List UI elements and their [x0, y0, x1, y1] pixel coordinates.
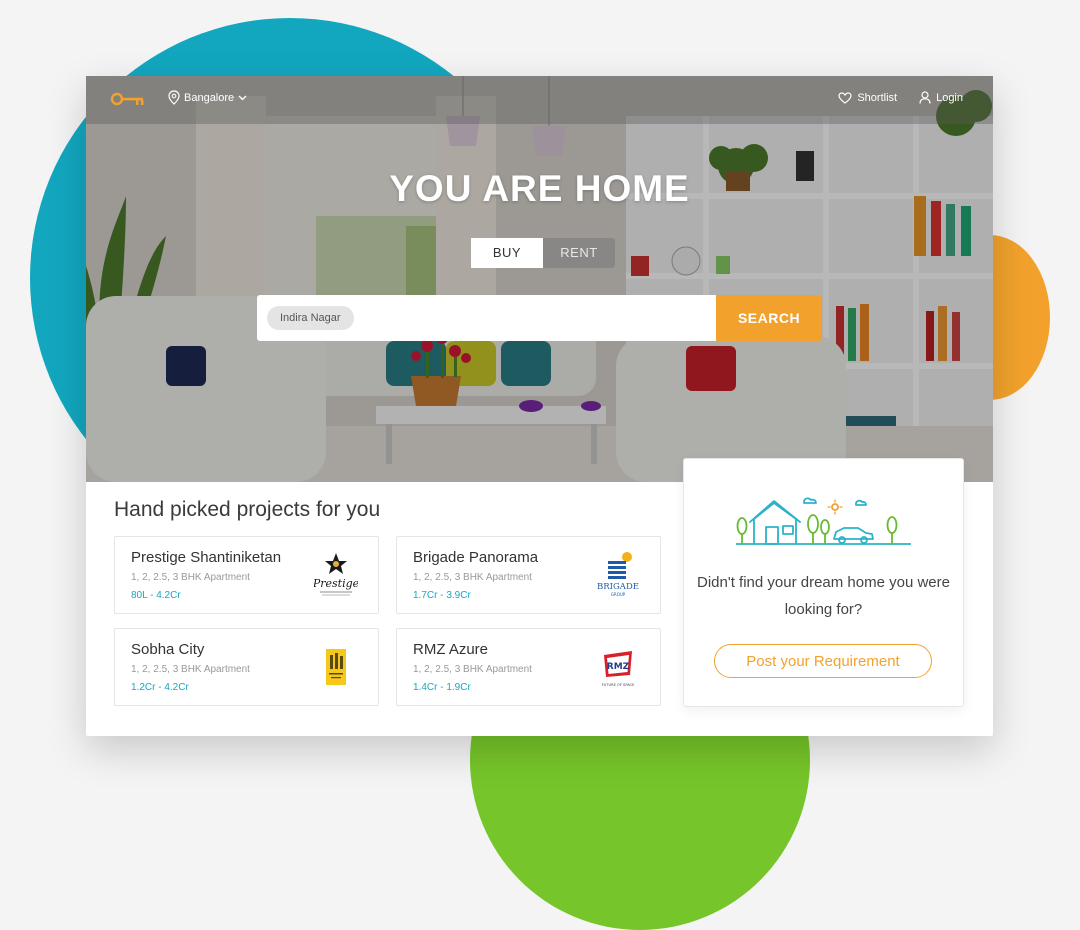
- login-link[interactable]: Login: [919, 91, 963, 104]
- project-price: 80L - 4.2Cr: [131, 590, 181, 601]
- requirement-message: Didn't find your dream home you were loo…: [697, 574, 950, 618]
- sobha-logo-icon: [326, 649, 346, 685]
- city-label: Bangalore: [184, 91, 235, 104]
- svg-text:GROUP: GROUP: [611, 592, 626, 597]
- post-requirement-panel: Didn't find your dream home you were loo…: [683, 458, 964, 707]
- hero-overlay: [86, 76, 993, 482]
- top-navbar: Bangalore Shortlist Login: [86, 76, 993, 124]
- hero-banner: Bangalore Shortlist Login YOU ARE HOME B…: [86, 76, 993, 482]
- projects-section-title: Hand picked projects for you: [114, 498, 381, 521]
- svg-text:FUTURE OF SPACE: FUTURE OF SPACE: [602, 683, 636, 687]
- prestige-logo-icon: Prestige: [314, 553, 358, 596]
- project-name: Brigade Panorama: [413, 549, 539, 566]
- shortlist-link[interactable]: Shortlist: [838, 91, 897, 104]
- user-icon: [919, 91, 931, 104]
- project-card-sobha[interactable]: Sobha City 1, 2, 2.5, 3 BHK Apartment 1.…: [114, 628, 379, 706]
- key-logo-icon[interactable]: [110, 90, 146, 113]
- search-button[interactable]: SEARCH: [716, 295, 822, 341]
- city-selector[interactable]: Bangalore: [168, 90, 247, 105]
- project-name: RMZ Azure: [413, 641, 489, 658]
- house-car-illustration-icon: [736, 497, 911, 545]
- shortlist-label: Shortlist: [857, 91, 898, 104]
- project-price: 1.7Cr - 3.9Cr: [413, 590, 471, 601]
- post-requirement-button[interactable]: Post your Requirement: [714, 644, 932, 678]
- tab-buy[interactable]: BUY: [471, 238, 543, 268]
- project-card-brigade[interactable]: Brigade Panorama 1, 2, 2.5, 3 BHK Apartm…: [396, 536, 661, 614]
- locality-chip[interactable]: Indira Nagar: [267, 306, 354, 330]
- location-pin-icon: [168, 90, 180, 105]
- buy-rent-toggle: BUY RENT: [471, 238, 615, 268]
- search-bar: Indira Nagar SEARCH: [257, 295, 822, 341]
- project-name: Sobha City: [131, 641, 205, 658]
- svg-text:RMZ: RMZ: [607, 662, 630, 672]
- login-label: Login: [936, 91, 963, 104]
- project-price: 1.4Cr - 1.9Cr: [413, 682, 471, 693]
- svg-text:Prestige: Prestige: [314, 577, 358, 590]
- tab-rent[interactable]: RENT: [543, 238, 615, 268]
- project-card-rmz[interactable]: RMZ Azure 1, 2, 2.5, 3 BHK Apartment 1.4…: [396, 628, 661, 706]
- hero-headline: YOU ARE HOME: [389, 168, 690, 209]
- chevron-down-icon: [238, 95, 247, 100]
- project-card-prestige[interactable]: Prestige Shantiniketan 1, 2, 2.5, 3 BHK …: [114, 536, 379, 614]
- project-price: 1.2Cr - 4.2Cr: [131, 682, 189, 693]
- project-type: 1, 2, 2.5, 3 BHK Apartment: [413, 572, 532, 583]
- svg-text:BRIGADE: BRIGADE: [597, 582, 639, 592]
- project-type: 1, 2, 2.5, 3 BHK Apartment: [413, 664, 532, 675]
- app-card: Bangalore Shortlist Login YOU ARE HOME B…: [86, 76, 993, 736]
- project-type: 1, 2, 2.5, 3 BHK Apartment: [131, 572, 250, 583]
- project-name: Prestige Shantiniketan: [131, 549, 282, 566]
- heart-icon: [838, 91, 852, 104]
- project-type: 1, 2, 2.5, 3 BHK Apartment: [131, 664, 250, 675]
- rmz-logo-icon: RMZ FUTURE OF SPACE: [602, 651, 636, 687]
- search-input[interactable]: Indira Nagar: [257, 295, 716, 341]
- brigade-logo-icon: BRIGADE GROUP: [597, 552, 639, 597]
